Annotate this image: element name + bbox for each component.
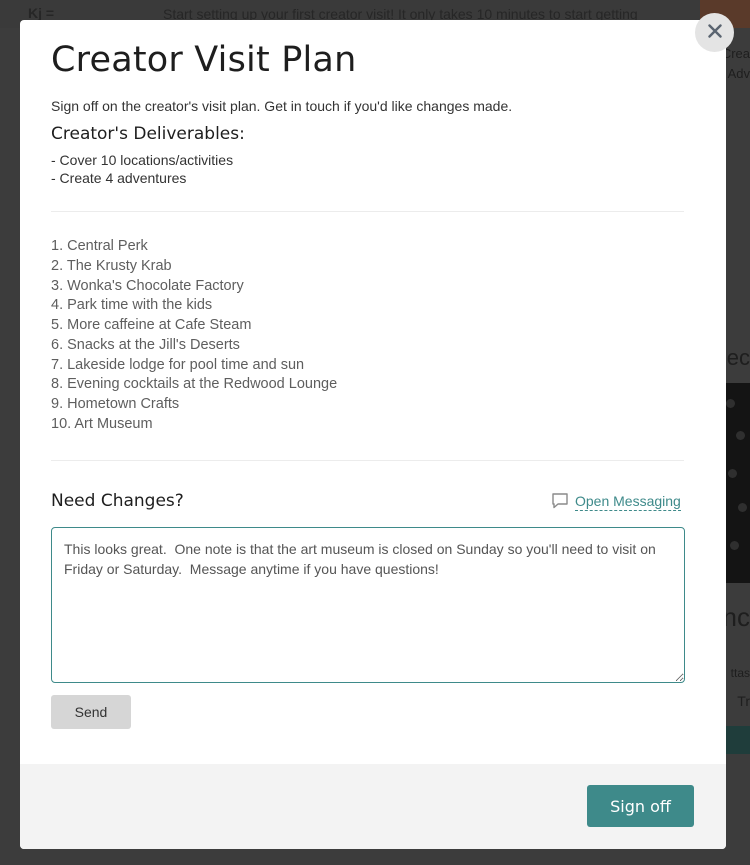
message-input[interactable] [51,527,685,683]
visit-plan-modal: Creator Visit Plan Sign off on the creat… [20,20,726,849]
background-logo: Kj = [28,5,55,21]
plan-item: 10. Art Museum [51,415,153,432]
deliverables-heading: Creator's Deliverables: [51,124,245,144]
plan-item: 1. Central Perk [51,238,148,254]
divider [51,460,684,461]
deliverable-item: - Cover 10 locations/activities [51,152,234,168]
open-messaging-link[interactable]: Open Messaging [551,492,681,512]
deliverable-item: - Create 4 adventures [51,170,187,186]
plan-item: 4. Park time with the kids [51,297,213,314]
plan-item: 2. The Krusty Krab [51,257,172,274]
divider [51,211,684,212]
intro-text: Sign off on the creator's visit plan. Ge… [51,98,513,114]
plan-item: 5. More caffeine at Cafe Steam [51,317,252,333]
background-fragment: nc [722,602,750,632]
deliverables-list: - Cover 10 locations/activities - Create… [51,151,233,187]
close-button[interactable] [695,13,734,52]
close-icon [707,24,722,41]
modal-footer: Sign off [20,764,726,849]
plan-item: 3. Wonka's Chocolate Factory [51,277,244,294]
visit-plan-list: 1. Central Perk 2. The Krusty Krab 3. Wo… [51,237,337,435]
background-fragment: ttas [730,666,750,680]
background-chat-button [726,726,750,754]
speech-bubble-icon [551,492,569,512]
plan-item: 6. Snacks at the Jill's Deserts [51,336,240,353]
sign-off-button[interactable]: Sign off [587,785,694,827]
open-messaging-label[interactable]: Open Messaging [575,493,681,511]
send-button[interactable]: Send [51,695,131,729]
background-fragment: Tr [737,693,750,709]
changes-heading: Need Changes? [51,491,184,511]
plan-item: 9. Hometown Crafts [51,396,180,412]
background-fragment: ec [726,345,750,370]
background-photo [726,383,750,583]
modal-title: Creator Visit Plan [51,40,357,80]
background-fragment: Adv [727,66,750,81]
background-fragment: Crea [721,46,750,61]
plan-item: 7. Lakeside lodge for pool time and sun [51,356,305,373]
plan-item: 8. Evening cocktails at the Redwood Loun… [51,376,338,393]
